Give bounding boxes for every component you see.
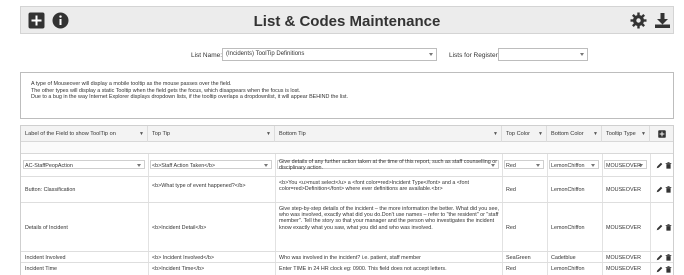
- sort-icon: ▼: [493, 131, 498, 137]
- cell-bottom-color: LemonChiffon: [551, 187, 585, 193]
- cell-label: Button: Classification: [25, 187, 76, 193]
- table-row[interactable]: Details of Incident <b>Incident Detail</…: [21, 203, 673, 252]
- page-title: List & Codes Maintenance: [253, 13, 441, 30]
- list-name-value: (Incidents) ToolTip Definitions: [226, 51, 305, 57]
- column-header-top-tip[interactable]: Top Tip ▼: [148, 126, 275, 142]
- cell-bottom-tip: Give details of any further action taken…: [279, 159, 498, 172]
- cell-top-tip: <b> Incident Involved</b>: [152, 255, 215, 261]
- cell-top-color: Red: [506, 187, 516, 193]
- cell-top-color: Red: [506, 266, 516, 272]
- sort-icon: ▼: [593, 131, 598, 137]
- chevron-down-icon: [429, 53, 433, 56]
- cell-bottom-color: LemonChiffon: [551, 225, 585, 231]
- cell-bottom-tip: <b>You <u>must select</u> a <font color=…: [279, 180, 470, 193]
- title-bar: List & Codes Maintenance: [20, 6, 674, 34]
- lists-for-register-select[interactable]: [498, 48, 588, 61]
- cell-tooltip-type: MOUSEOVER: [606, 225, 642, 231]
- chevron-down-icon: [580, 53, 584, 56]
- cell-bottom-color: LemonChiffon: [551, 163, 585, 169]
- cell-label: Incident Time: [25, 266, 58, 272]
- cell-bottom-tip: Enter TIME in 24 HR clock eg: 0900. This…: [279, 266, 447, 272]
- info-line: The other types will display a static To…: [31, 87, 301, 94]
- delete-icon[interactable]: [665, 186, 672, 193]
- column-header-tooltip-type[interactable]: Tooltip Type ▼: [602, 126, 650, 142]
- cell-tooltip-type: MOUSEOVER: [606, 266, 642, 272]
- cell-top-tip: <b>Incident Time</b>: [152, 266, 205, 272]
- add-row-icon[interactable]: [658, 130, 666, 138]
- info-panel: A type of Mouseover will display a mobil…: [20, 72, 674, 119]
- cell-bottom-color: Cadetblue: [551, 255, 576, 261]
- cell-top-color: SeaGreen: [506, 255, 531, 261]
- delete-icon[interactable]: [665, 254, 672, 261]
- grid-filter-row: [21, 142, 673, 169]
- cell-bottom-tip: Who was involved in the incident? i.e. p…: [279, 255, 421, 261]
- cell-bottom-tip: Give step-by-step details of the inciden…: [279, 206, 499, 231]
- column-header-bottom-tip[interactable]: Bottom Tip ▼: [275, 126, 502, 142]
- cell-top-tip: <b>What type of event happened?</b>: [152, 183, 246, 189]
- table-row[interactable]: AC-StaffPeopAction <b>Staff Action Taken…: [21, 154, 673, 177]
- list-name-label: List Name:: [191, 52, 223, 59]
- cell-label: Details of Incident: [25, 225, 68, 231]
- sort-icon: ▼: [266, 131, 271, 137]
- grid-header: Label of the Field to show ToolTip on ▼ T…: [21, 126, 673, 142]
- edit-icon[interactable]: [656, 162, 663, 169]
- cell-top-tip: <b>Incident Detail</b>: [152, 225, 207, 231]
- info-line: Due to a bug in the way Internet Explore…: [31, 94, 349, 101]
- cell-tooltip-type: MOUSEOVER: [606, 163, 642, 169]
- sort-icon: ▼: [139, 131, 144, 137]
- edit-icon[interactable]: [656, 186, 663, 193]
- delete-icon[interactable]: [665, 266, 672, 273]
- tooltip-grid: Label of the Field to show ToolTip on ▼ T…: [20, 125, 674, 275]
- cell-top-color: Red: [506, 163, 516, 169]
- edit-icon[interactable]: [656, 254, 663, 261]
- cell-bottom-color: LemonChiffon: [551, 266, 585, 272]
- delete-icon[interactable]: [665, 224, 672, 231]
- cell-tooltip-type: MOUSEOVER: [606, 187, 642, 193]
- column-header-top-color[interactable]: Top Color ▼: [502, 126, 547, 142]
- edit-icon[interactable]: [656, 266, 663, 273]
- download-icon[interactable]: [654, 12, 671, 29]
- table-row[interactable]: Incident Involved <b> Incident Involved<…: [21, 252, 673, 263]
- sort-icon: ▼: [538, 131, 543, 137]
- column-header-label[interactable]: Label of the Field to show ToolTip on ▼: [21, 126, 148, 142]
- cell-top-color: Red: [506, 225, 516, 231]
- cell-tooltip-type: MOUSEOVER: [606, 255, 642, 261]
- cell-top-tip: <b>Staff Action Taken</b>: [152, 163, 216, 169]
- sort-icon: ▼: [641, 131, 646, 137]
- info-line: A type of Mouseover will display a mobil…: [31, 81, 232, 87]
- table-row[interactable]: Button: Classification <b>What type of e…: [21, 177, 673, 203]
- delete-icon[interactable]: [665, 162, 672, 169]
- cell-label: AC-StaffPeopAction: [25, 163, 73, 169]
- edit-icon[interactable]: [656, 224, 663, 231]
- add-row-header[interactable]: [650, 126, 673, 142]
- table-row[interactable]: Incident Time <b>Incident Time</b> Enter…: [21, 263, 673, 275]
- lists-for-register-label: Lists for Register:: [449, 52, 500, 59]
- list-name-select[interactable]: (Incidents) ToolTip Definitions: [222, 48, 437, 61]
- column-header-bottom-color[interactable]: Bottom Color ▼: [547, 126, 602, 142]
- cell-label: Incident Involved: [25, 255, 66, 261]
- gear-icon[interactable]: [630, 12, 647, 29]
